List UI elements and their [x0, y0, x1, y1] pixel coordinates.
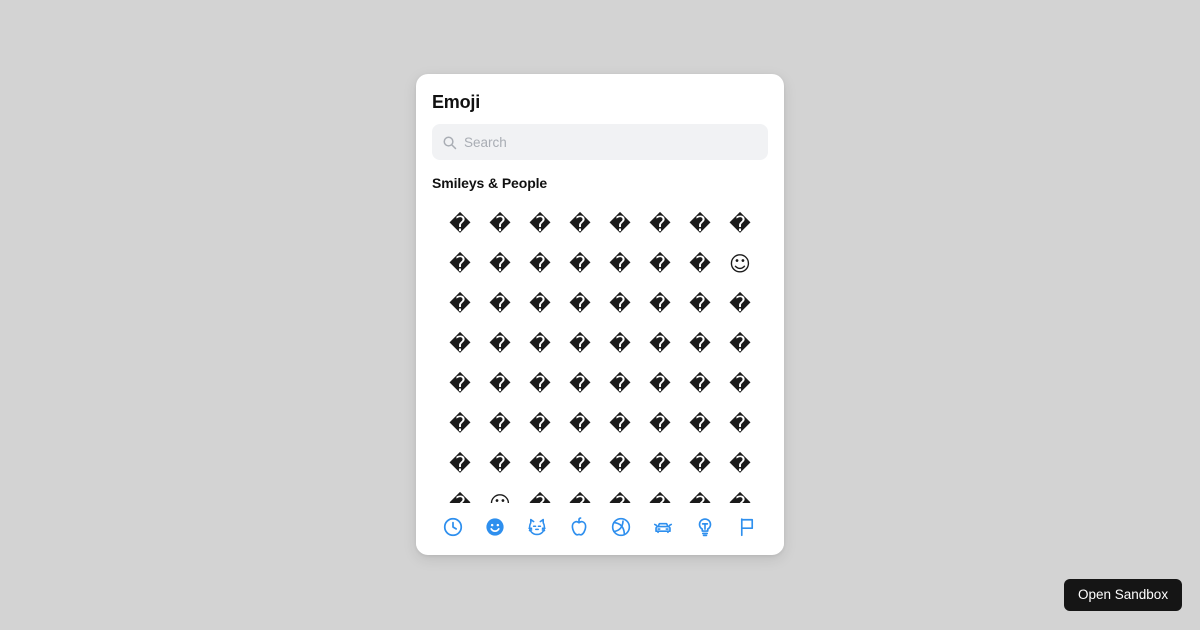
category-tabbar: [416, 503, 784, 551]
emoji-picker-card: Emoji Smileys & People ���������������☺�…: [416, 74, 784, 555]
emoji-cell[interactable]: �: [720, 404, 760, 444]
emoji-cell[interactable]: �: [680, 404, 720, 444]
emoji-cell[interactable]: �: [440, 324, 480, 364]
emoji-cell[interactable]: �: [520, 324, 560, 364]
tab-recent[interactable]: [433, 507, 473, 547]
emoji-cell[interactable]: �: [480, 244, 520, 284]
section-title-smileys-and-people: Smileys & People: [432, 175, 548, 191]
clock-icon: [443, 517, 463, 537]
search-input[interactable]: [464, 124, 758, 160]
emoji-cell[interactable]: �: [720, 204, 760, 244]
emoji-cell[interactable]: �: [560, 364, 600, 404]
emoji-cell[interactable]: �: [520, 444, 560, 484]
emoji-cell[interactable]: �: [600, 324, 640, 364]
lightbulb-icon: [698, 518, 712, 537]
search-field[interactable]: [432, 124, 768, 160]
tab-animals[interactable]: [517, 507, 557, 547]
cat-icon: [528, 518, 546, 536]
emoji-cell[interactable]: �: [600, 364, 640, 404]
emoji-cell[interactable]: �: [640, 444, 680, 484]
emoji-cell[interactable]: �: [440, 484, 480, 503]
ball-icon: [611, 517, 631, 537]
emoji-cell[interactable]: �: [640, 324, 680, 364]
emoji-cell[interactable]: �: [640, 364, 680, 404]
emoji-cell[interactable]: ☹: [480, 484, 520, 503]
emoji-cell[interactable]: �: [680, 484, 720, 503]
emoji-cell[interactable]: �: [640, 244, 680, 284]
emoji-cell[interactable]: �: [480, 204, 520, 244]
page-title: Emoji: [432, 92, 481, 112]
emoji-cell[interactable]: �: [680, 324, 720, 364]
emoji-cell[interactable]: �: [440, 364, 480, 404]
emoji-cell[interactable]: �: [520, 244, 560, 284]
open-sandbox-button[interactable]: Open Sandbox: [1064, 579, 1183, 611]
emoji-cell[interactable]: �: [560, 204, 600, 244]
emoji-cell[interactable]: �: [480, 324, 520, 364]
emoji-cell[interactable]: �: [520, 204, 560, 244]
car-icon: [653, 522, 673, 534]
emoji-cell[interactable]: �: [640, 204, 680, 244]
emoji-cell[interactable]: �: [600, 244, 640, 284]
emoji-cell[interactable]: �: [560, 404, 600, 444]
emoji-cell[interactable]: �: [560, 324, 600, 364]
apple-icon: [571, 517, 587, 536]
emoji-cell[interactable]: �: [600, 484, 640, 503]
emoji-cell[interactable]: �: [600, 204, 640, 244]
emoji-cell[interactable]: ☺: [720, 244, 760, 284]
emoji-cell[interactable]: �: [640, 284, 680, 324]
emoji-cell[interactable]: �: [440, 404, 480, 444]
emoji-cell[interactable]: �: [600, 284, 640, 324]
emoji-cell[interactable]: �: [560, 444, 600, 484]
tab-travel[interactable]: [643, 507, 683, 547]
emoji-cell[interactable]: �: [680, 204, 720, 244]
emoji-cell[interactable]: �: [480, 364, 520, 404]
emoji-cell[interactable]: �: [440, 244, 480, 284]
emoji-cell[interactable]: �: [520, 364, 560, 404]
tab-objects[interactable]: [685, 507, 725, 547]
emoji-cell[interactable]: �: [520, 484, 560, 503]
emoji-cell[interactable]: �: [640, 484, 680, 503]
smiley-icon: [486, 518, 504, 536]
search-icon: [443, 136, 457, 149]
emoji-grid: � � � � � � � � � � � � � � � ☺ � � � � � � � � � � � � � � � � � � � � � � � �…: [416, 200, 784, 503]
search-container: [416, 114, 784, 160]
emoji-cell[interactable]: �: [480, 284, 520, 324]
tab-food[interactable]: [559, 507, 599, 547]
emoji-cell[interactable]: �: [560, 284, 600, 324]
emoji-cell[interactable]: �: [560, 484, 600, 503]
emoji-cell[interactable]: �: [480, 404, 520, 444]
emoji-cell[interactable]: �: [680, 444, 720, 484]
flag-icon: [740, 518, 754, 537]
emoji-cell[interactable]: �: [720, 484, 760, 503]
emoji-cell[interactable]: �: [440, 284, 480, 324]
emoji-cell[interactable]: �: [440, 444, 480, 484]
emoji-cell[interactable]: �: [720, 284, 760, 324]
emoji-cell[interactable]: �: [720, 324, 760, 364]
tab-smileys[interactable]: [475, 507, 515, 547]
emoji-cell[interactable]: �: [600, 404, 640, 444]
emoji-cell[interactable]: �: [560, 244, 600, 284]
emoji-cell[interactable]: �: [520, 284, 560, 324]
emoji-cell[interactable]: �: [640, 404, 680, 444]
tab-flags[interactable]: [727, 507, 767, 547]
emoji-cell[interactable]: �: [680, 364, 720, 404]
emoji-scroll-region[interactable]: � � � � � � � � � � � � � � � ☺ � � � � � � � � � � � � � � � � � � � � � � � �…: [416, 200, 784, 503]
emoji-cell[interactable]: �: [680, 244, 720, 284]
emoji-cell[interactable]: �: [720, 444, 760, 484]
emoji-cell[interactable]: �: [480, 444, 520, 484]
emoji-cell[interactable]: �: [600, 444, 640, 484]
emoji-cell[interactable]: �: [720, 364, 760, 404]
emoji-cell[interactable]: �: [520, 404, 560, 444]
emoji-cell[interactable]: �: [680, 284, 720, 324]
emoji-cell[interactable]: �: [440, 204, 480, 244]
tab-activities[interactable]: [601, 507, 641, 547]
